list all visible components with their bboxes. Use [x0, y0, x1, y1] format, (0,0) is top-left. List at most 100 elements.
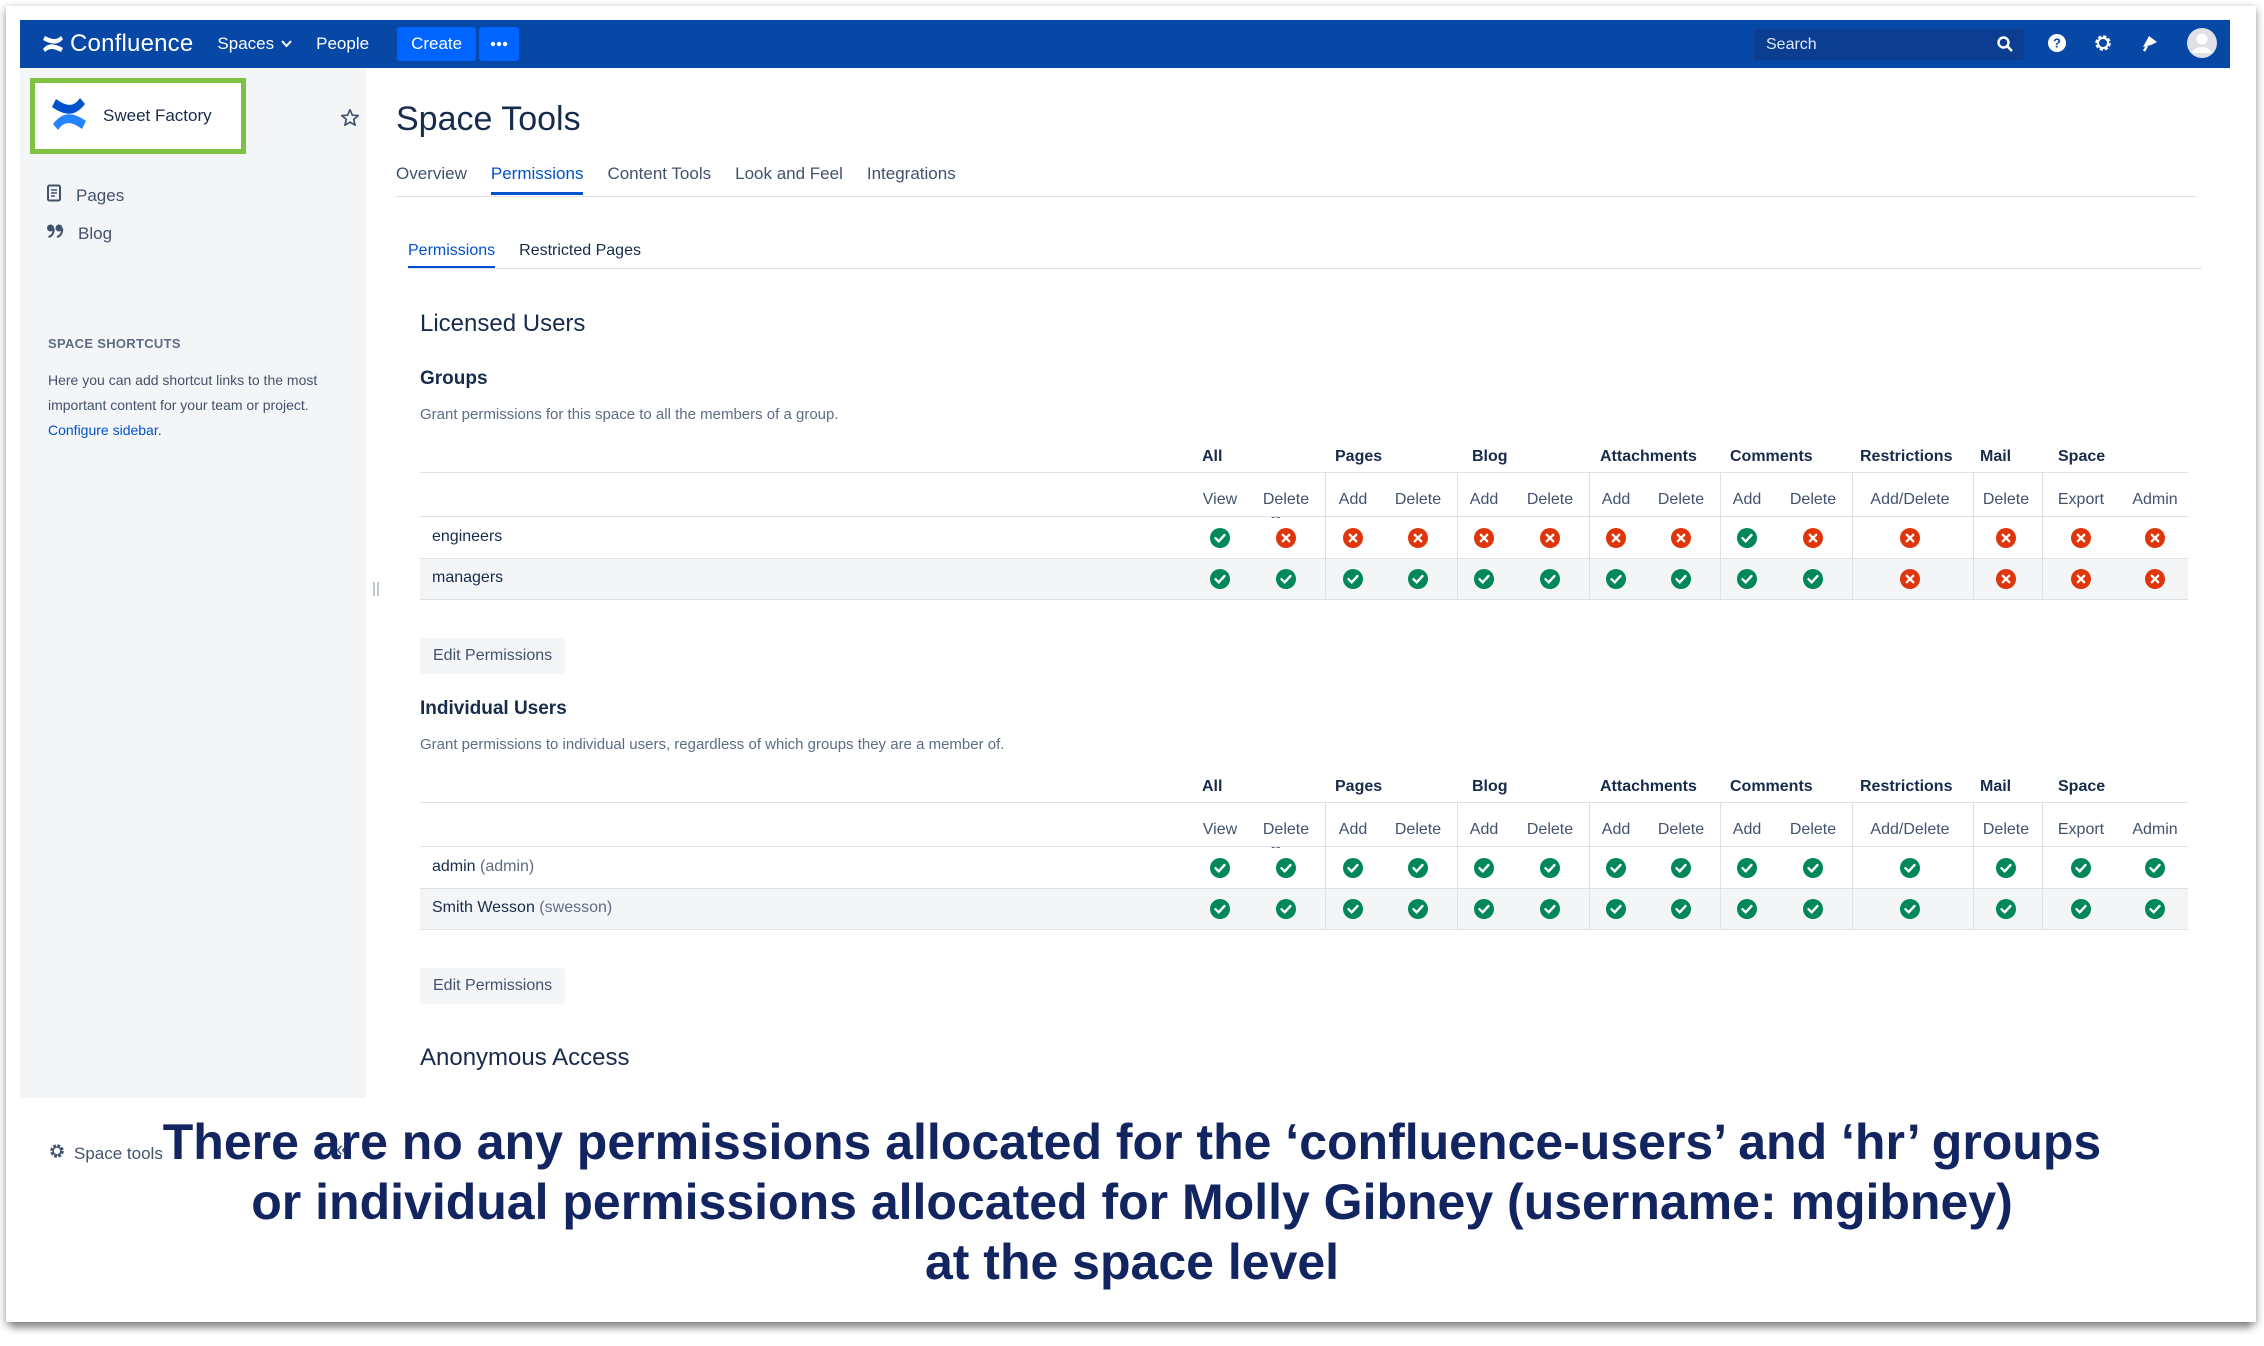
granted-check-icon [1210, 899, 1230, 919]
groups-permissions-table: All Pages Blog Attachments Comments Restricti… [420, 448, 2188, 624]
permission-category-blog: Blog [1472, 778, 1508, 795]
denied-x-icon [2071, 569, 2091, 589]
denied-x-icon [1996, 528, 2016, 548]
granted-check-icon [1671, 858, 1691, 878]
column-separator [1589, 472, 1590, 600]
create-button[interactable]: Create [397, 27, 477, 61]
sidebar-item-label: Pages [76, 185, 125, 205]
permission-category-blog: Blog [1472, 448, 1508, 465]
anonymous-access-heading: Anonymous Access [420, 1044, 630, 1071]
confluence-logo[interactable]: Confluence [42, 30, 193, 58]
granted-check-icon [1606, 858, 1626, 878]
search-icon[interactable] [1996, 35, 2014, 58]
granted-check-icon [1900, 858, 1920, 878]
annotation-caption: There are no any permissions allocated f… [0, 1112, 2264, 1292]
configure-sidebar-link[interactable]: Configure sidebar. [48, 422, 162, 438]
licensed-users-heading: Licensed Users [420, 310, 586, 337]
star-icon[interactable] [340, 108, 360, 133]
granted-check-icon [1737, 528, 1757, 548]
more-create-options-button[interactable] [479, 27, 520, 61]
granted-check-icon [1803, 858, 1823, 878]
subtab-permissions[interactable]: Permissions [408, 242, 496, 268]
space-shortcuts-description: Here you can add shortcut links to the m… [48, 372, 318, 413]
denied-x-icon [1900, 528, 1920, 548]
granted-check-icon [1343, 858, 1363, 878]
caption-line: There are no any permissions allocated f… [162, 1114, 2102, 1170]
sidebar-item-blog[interactable]: Blog [46, 223, 112, 244]
confluence-logo-text: Confluence [70, 30, 194, 57]
spaces-label: Spaces [217, 34, 275, 53]
granted-check-icon [1540, 858, 1560, 878]
space-header-highlight[interactable]: Sweet Factory [30, 78, 246, 154]
page-icon [46, 184, 62, 207]
caption-line: at the space level [924, 1234, 1340, 1290]
tab-overview[interactable]: Overview [396, 164, 467, 195]
permission-column-header: Admin [2132, 821, 2178, 838]
notifications-icon[interactable] [2138, 32, 2160, 59]
tab-permissions[interactable]: Permissions [490, 164, 584, 195]
table-divider [420, 472, 2188, 473]
svg-text:?: ? [2053, 36, 2061, 51]
subtab-restricted-pages[interactable]: Restricted Pages [519, 242, 641, 268]
sidebar-item-pages[interactable]: Pages [46, 184, 124, 207]
avatar-icon[interactable] [2186, 27, 2218, 64]
tab-look-and-feel[interactable]: Look and Feel [735, 164, 843, 195]
granted-check-icon [1606, 569, 1626, 589]
denied-x-icon [2145, 528, 2165, 548]
edit-group-permissions-button[interactable]: Edit Permissions [420, 638, 566, 674]
permission-category-comments: Comments [1730, 448, 1813, 465]
permission-category-mail: Mail [1980, 778, 2012, 795]
denied-x-icon [1474, 528, 1494, 548]
sidebar-resize-handle[interactable] [373, 582, 379, 596]
permission-column-header: Add/Delete [1870, 491, 1950, 508]
column-separator [2042, 472, 2043, 600]
denied-x-icon [1900, 569, 1920, 589]
principal-name: engineers [432, 528, 503, 545]
edit-individual-permissions-button[interactable]: Edit Permissions [420, 968, 566, 1004]
column-separator [1457, 802, 1458, 930]
table-divider [420, 929, 2188, 930]
groups-heading: Groups [420, 368, 488, 389]
granted-check-icon [1408, 569, 1428, 589]
granted-check-icon [1210, 858, 1230, 878]
column-separator [1457, 472, 1458, 600]
help-icon[interactable]: ? [2046, 32, 2068, 59]
space-shortcuts-heading: SPACE SHORTCUTS [48, 336, 181, 351]
granted-check-icon [2145, 899, 2165, 919]
permission-column-header: Delete [1982, 491, 2030, 508]
granted-check-icon [1343, 899, 1363, 919]
permission-column-header: Delete [1789, 821, 1837, 838]
top-navigation-bar: Confluence Spaces People Create ? [20, 20, 2230, 68]
granted-check-icon [1276, 858, 1296, 878]
tabs-divider [396, 196, 2196, 197]
granted-check-icon [1474, 899, 1494, 919]
column-separator [1720, 472, 1721, 600]
permission-column-header: Admin [2132, 491, 2178, 508]
permission-category-restrictions: Restrictions [1860, 448, 1953, 465]
people-link[interactable]: People [316, 34, 369, 54]
permission-category-attachments: Attachments [1600, 448, 1697, 465]
groups-description: Grant permissions for this space to all … [420, 406, 839, 423]
search-input[interactable] [1764, 34, 1988, 55]
table-row [420, 559, 2188, 599]
page-title: Space Tools [396, 100, 581, 138]
column-separator [1852, 472, 1853, 600]
granted-check-icon [1737, 899, 1757, 919]
space-shortcuts-text: Here you can add shortcut links to the m… [48, 368, 348, 443]
granted-check-icon [1606, 899, 1626, 919]
granted-check-icon [1343, 569, 1363, 589]
granted-check-icon [1996, 899, 2016, 919]
sidebar-item-label: Blog [78, 223, 113, 243]
table-row [420, 889, 2188, 929]
granted-check-icon [1737, 858, 1757, 878]
spaces-menu[interactable]: Spaces [217, 34, 292, 54]
table-row [420, 518, 2188, 558]
row-principal-name: engineers [432, 528, 502, 546]
gear-icon[interactable] [2092, 32, 2114, 59]
tab-integrations[interactable]: Integrations [867, 164, 956, 195]
granted-check-icon [1540, 569, 1560, 589]
granted-check-icon [1671, 899, 1691, 919]
row-principal-name: managers [432, 569, 503, 587]
table-divider [420, 599, 2188, 600]
tab-content-tools[interactable]: Content Tools [607, 164, 711, 195]
